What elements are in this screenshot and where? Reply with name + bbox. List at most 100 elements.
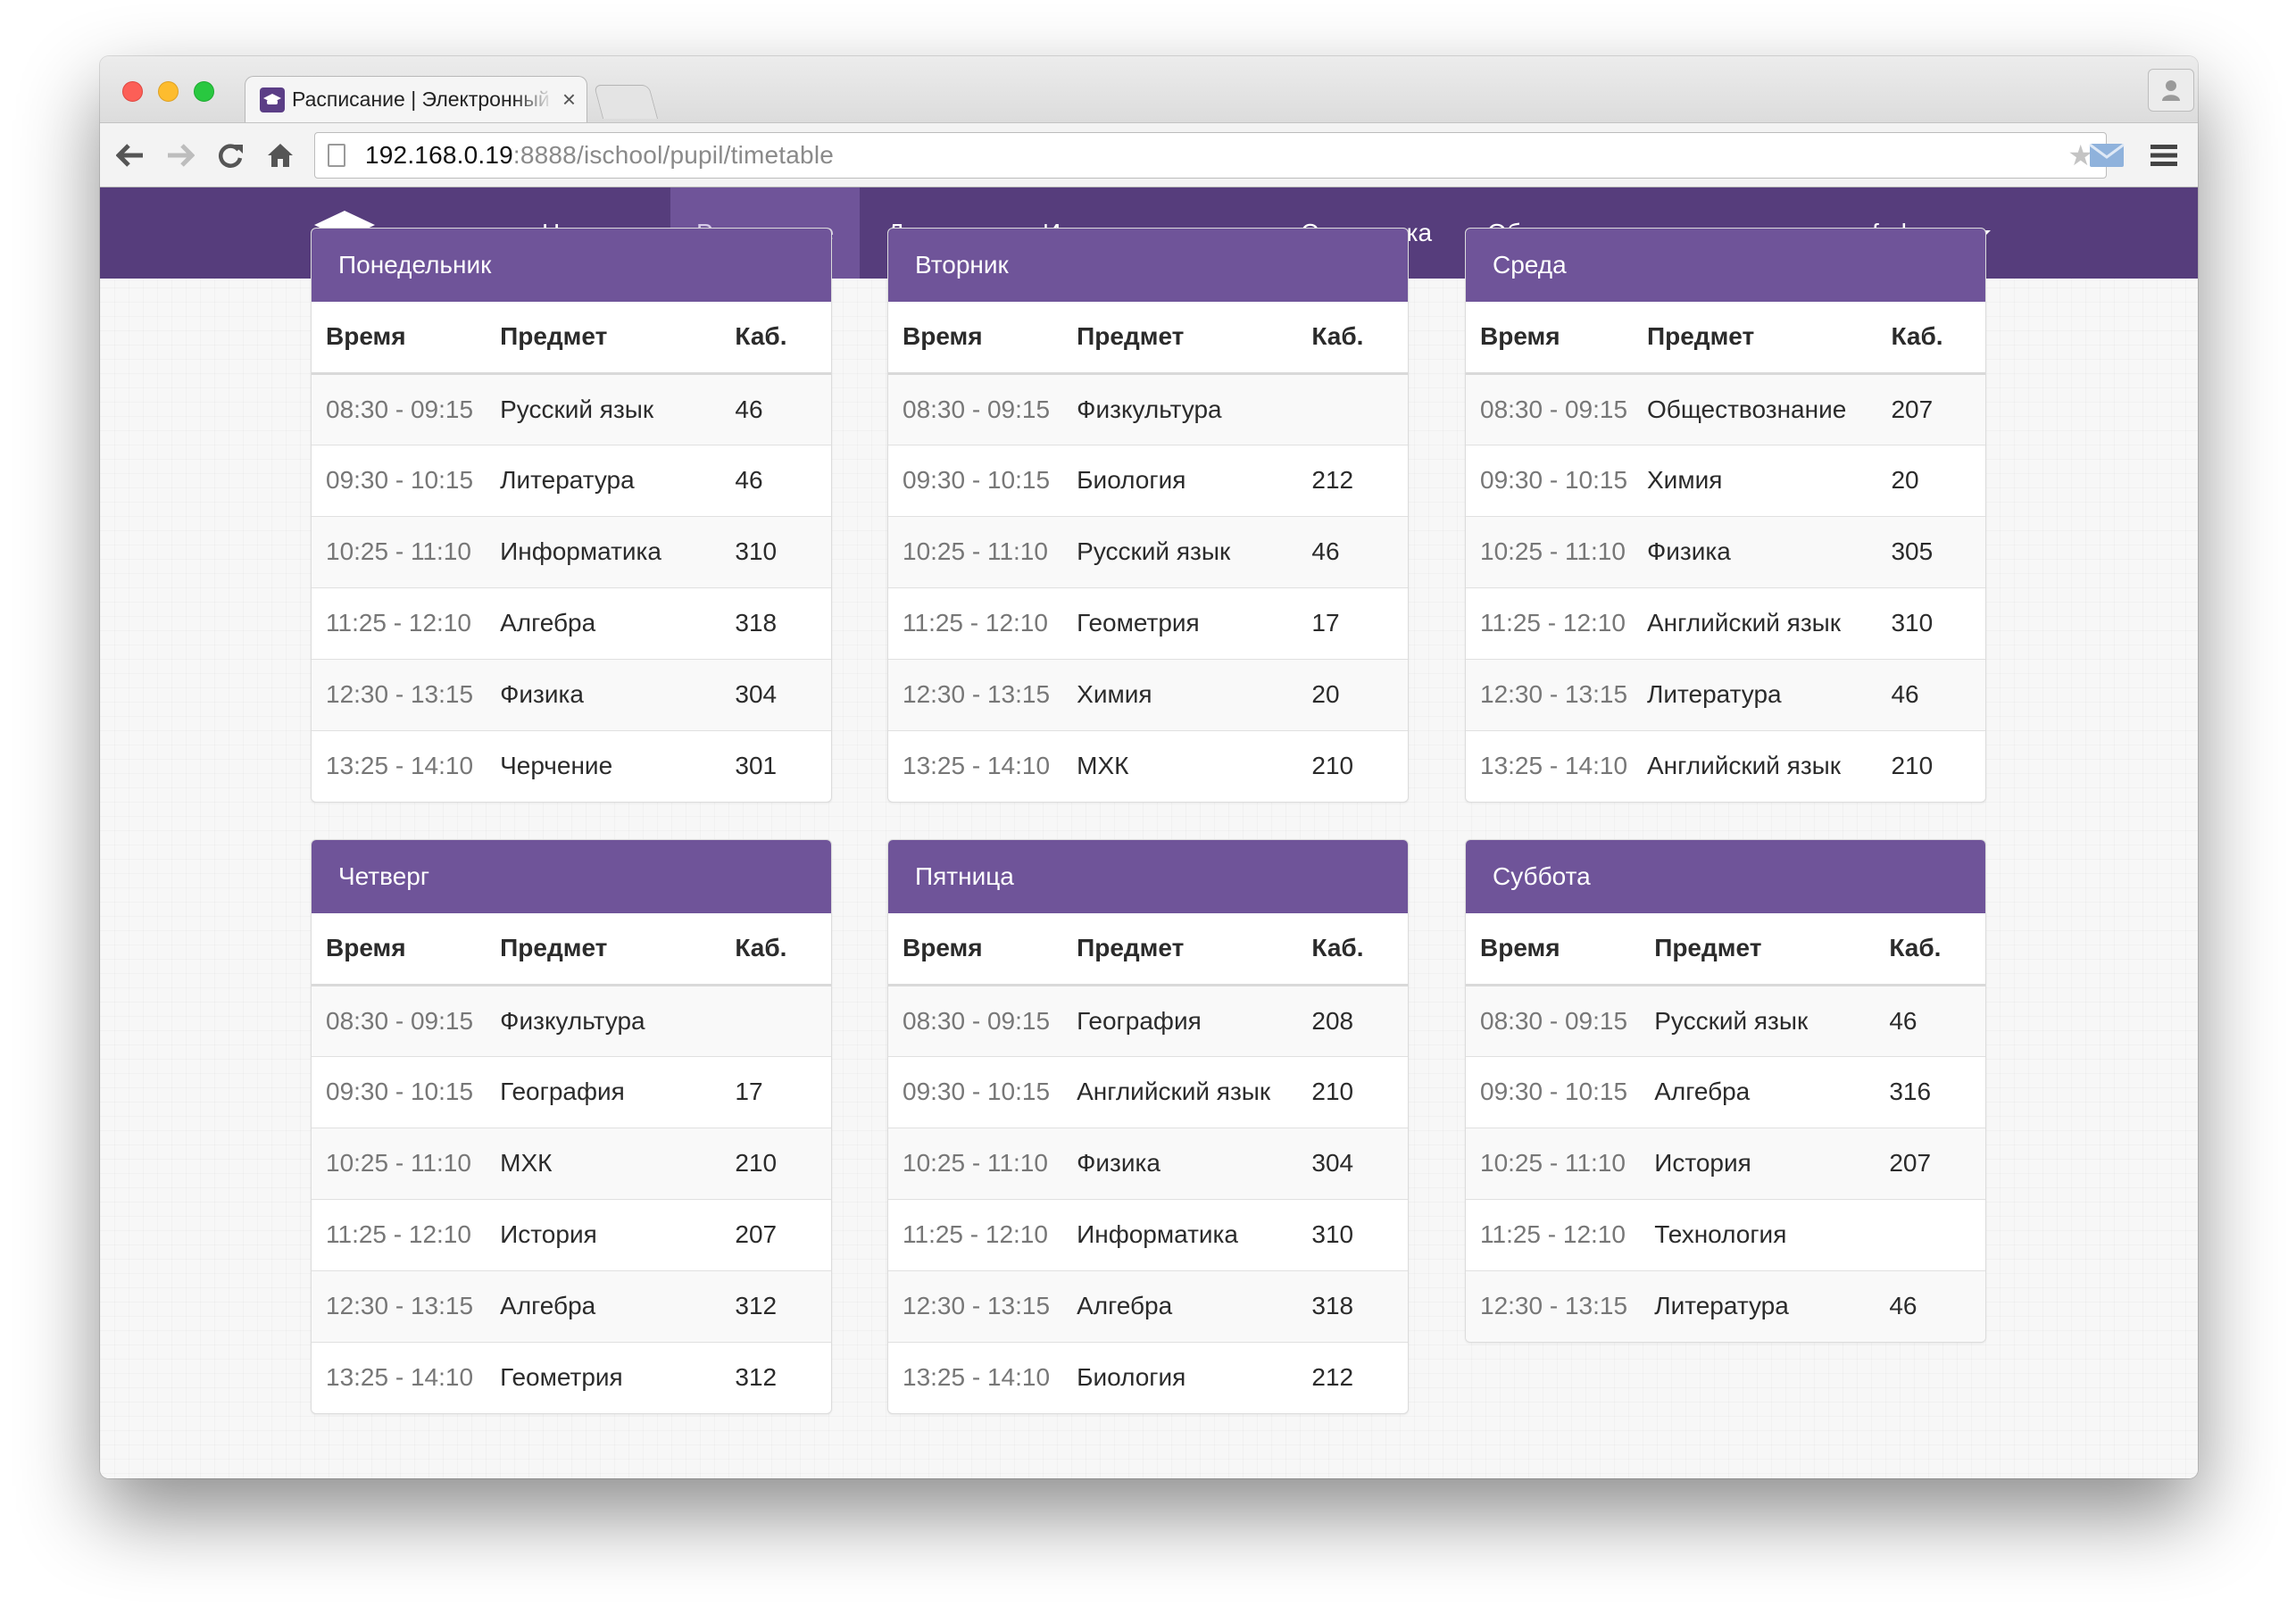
lesson-subject: Черчение [500,729,736,802]
day-panel: Среда Время Предмет Каб. 08:30 - 09:15 Общест… [1465,228,1986,803]
lesson-time: 11:25 - 12:10 [312,1198,501,1270]
lesson-room: 46 [1889,1269,1985,1342]
lesson-subject: География [1077,984,1312,1056]
table-row: 09:30 - 10:15 Биология 212 [888,444,1408,516]
lesson-subject: Информатика [500,515,736,587]
browser-window: Расписание | Электронный дневник × 192.1… [100,56,2198,1478]
lesson-room: 207 [1889,1127,1985,1199]
lesson-subject: Литература [500,444,736,516]
lesson-room: 305 [1891,515,1985,587]
home-button[interactable] [264,139,296,171]
mail-button[interactable] [2087,139,2126,171]
url-text: 192.168.0.19:8888/ischool/pupil/timetabl… [365,141,834,170]
lesson-time: 12:30 - 13:15 [1466,1269,1655,1342]
tab-title: Расписание | Электронный дневник [292,87,553,111]
lesson-room: 210 [1891,729,1985,802]
table-row: 13:25 - 14:10 Английский язык 210 [1466,729,1985,802]
arrow-left-icon [116,144,143,167]
lesson-subject: Английский язык [1077,1055,1312,1128]
table-row: 10:25 - 11:10 Информатика 310 [312,515,831,587]
lesson-room: 318 [1311,1269,1408,1342]
day-panel: Пятница Время Предмет Каб. 08:30 - 09:15 Геог… [887,839,1409,1414]
day-title: Вторник [888,229,1408,302]
new-tab-button[interactable] [593,85,659,119]
lesson-room: 312 [735,1269,831,1342]
column-header-time: Время [1466,302,1647,375]
menu-button[interactable] [2144,139,2184,171]
tab-close-icon[interactable]: × [562,86,576,113]
forward-button[interactable] [164,139,196,171]
close-window-button[interactable] [122,81,143,102]
column-header-room: Каб. [1891,302,1985,375]
back-button[interactable] [114,139,146,171]
lesson-room [1889,1198,1985,1270]
hamburger-icon [2150,145,2177,166]
day-panel: Понедельник Время Предмет Каб. 08:30 - 09:15… [311,228,832,803]
lesson-subject: Алгебра [500,1269,736,1342]
arrow-right-icon [168,144,195,167]
lesson-time: 08:30 - 09:15 [1466,372,1647,445]
lesson-time: 13:25 - 14:10 [888,1341,1077,1413]
lesson-room: 20 [1891,444,1985,516]
lesson-time: 13:25 - 14:10 [312,1341,501,1413]
lesson-room: 20 [1311,658,1408,730]
lesson-subject: История [500,1198,736,1270]
browser-tab[interactable]: Расписание | Электронный дневник × [245,76,587,122]
lesson-subject: Русский язык [1654,984,1890,1056]
table-row: 10:25 - 11:10 Русский язык 46 [888,515,1408,587]
timetable: Время Предмет Каб. 08:30 - 09:15 Обществозна… [1466,302,1985,802]
table-row: 09:30 - 10:15 География 17 [312,1055,831,1128]
table-row: 11:25 - 12:10 Информатика 310 [888,1198,1408,1270]
lesson-room: 301 [735,729,831,802]
lesson-time: 10:25 - 11:10 [1466,1127,1655,1199]
lesson-time: 11:25 - 12:10 [1466,587,1647,659]
minimize-window-button[interactable] [158,81,179,102]
column-header-room: Каб. [1889,913,1985,986]
table-row: 12:30 - 13:15 Химия 20 [888,658,1408,730]
lesson-room: 46 [1891,658,1985,730]
lesson-subject: Биология [1077,1341,1312,1413]
page-viewport: НовостиРасписаниеДневникИтоговые оценкиС… [100,187,2198,1478]
day-title: Среда [1466,229,1985,302]
lesson-time: 12:30 - 13:15 [312,658,501,730]
table-row: 08:30 - 09:15 Физкультура [888,372,1408,445]
lesson-subject: МХК [1077,729,1312,802]
lesson-room: 207 [735,1198,831,1270]
lesson-subject: Геометрия [1077,587,1312,659]
lesson-time: 12:30 - 13:15 [1466,658,1647,730]
lesson-subject: Физика [1077,1127,1312,1199]
lesson-time: 13:25 - 14:10 [888,729,1077,802]
lesson-subject: Русский язык [500,372,736,445]
address-bar[interactable]: 192.168.0.19:8888/ischool/pupil/timetabl… [314,132,2107,179]
lesson-time: 09:30 - 10:15 [312,1055,501,1128]
timetable: Время Предмет Каб. 08:30 - 09:15 Русский язы… [1466,913,1985,1342]
table-row: 11:25 - 12:10 История 207 [312,1198,831,1270]
lesson-time: 12:30 - 13:15 [312,1269,501,1342]
lesson-time: 09:30 - 10:15 [888,1055,1077,1128]
lesson-room: 46 [1311,515,1408,587]
table-row: 10:25 - 11:10 МХК 210 [312,1127,831,1199]
table-row: 08:30 - 09:15 Физкультура [312,984,831,1056]
table-row: 12:30 - 13:15 Литература 46 [1466,1269,1985,1342]
profile-button[interactable] [2148,69,2194,112]
lesson-room: 207 [1891,372,1985,445]
lesson-subject: История [1654,1127,1890,1199]
column-header-time: Время [888,913,1077,986]
lesson-subject: Алгебра [500,587,736,659]
lesson-time: 11:25 - 12:10 [888,1198,1077,1270]
lesson-time: 12:30 - 13:15 [888,658,1077,730]
lesson-time: 08:30 - 09:15 [312,372,501,445]
reload-button[interactable] [214,139,246,171]
zoom-window-button[interactable] [194,81,214,102]
url-host: 192.168.0.19 [365,141,513,169]
column-header-room: Каб. [1311,302,1408,375]
timetable: Время Предмет Каб. 08:30 - 09:15 Физкультура… [888,302,1408,802]
lesson-subject: Технология [1654,1198,1890,1270]
lesson-time: 13:25 - 14:10 [312,729,501,802]
table-row: 11:25 - 12:10 Алгебра 318 [312,587,831,659]
table-row: 12:30 - 13:15 Алгебра 312 [312,1269,831,1342]
table-row: 13:25 - 14:10 Черчение 301 [312,729,831,802]
lesson-time: 13:25 - 14:10 [1466,729,1647,802]
lesson-room: 46 [1889,984,1985,1056]
lesson-subject: Биология [1077,444,1312,516]
